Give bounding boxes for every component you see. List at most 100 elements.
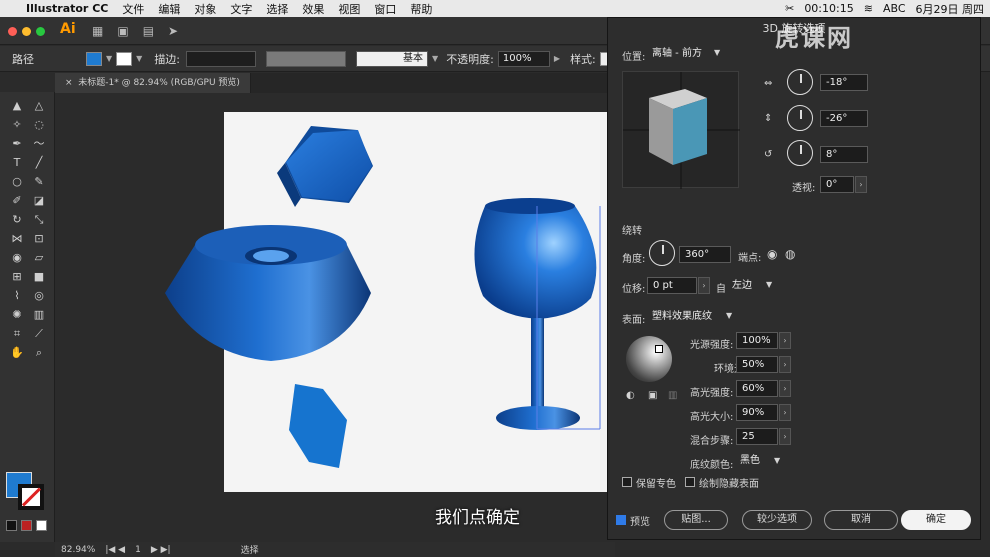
chevron-down-icon[interactable]: ▼ <box>726 311 732 320</box>
close-icon[interactable]: × <box>65 78 78 88</box>
chevron-down-icon[interactable]: ▼ <box>714 48 720 57</box>
cancel-button[interactable]: 取消 <box>824 510 898 530</box>
lighting-sphere[interactable] <box>626 336 672 382</box>
delete-light-icon[interactable]: ▥ <box>668 390 677 401</box>
menu-file[interactable]: 文件 <box>122 1 144 17</box>
type-tool-icon[interactable]: T <box>6 153 28 172</box>
slice-tool-icon[interactable]: ⟋ <box>28 324 50 343</box>
ellipse-tool-icon[interactable]: ○ <box>6 172 28 191</box>
surface-select[interactable]: 塑料效果底纹 <box>652 308 732 325</box>
chevron-right-icon[interactable]: ▶ <box>554 54 560 63</box>
z-rotation-field[interactable]: 8° <box>820 146 868 163</box>
eraser-tool-icon[interactable]: ◪ <box>28 191 50 210</box>
chevron-down-icon[interactable]: ▼ <box>136 54 142 63</box>
stock-icon[interactable]: ▣ <box>117 24 128 38</box>
shade-color-select[interactable]: 黑色 <box>740 452 770 469</box>
y-rotation-dial[interactable] <box>787 105 813 131</box>
menu-object[interactable]: 对象 <box>194 1 216 17</box>
artboard-tool-icon[interactable]: ⌗ <box>6 324 28 343</box>
cap-on-icon[interactable]: ◉ <box>767 247 777 261</box>
z-rotation-dial[interactable] <box>787 140 813 166</box>
variable-width-profile[interactable] <box>266 50 347 67</box>
blend-steps-arrow-button[interactable]: › <box>779 428 791 445</box>
new-light-icon[interactable]: ▣ <box>648 390 657 401</box>
ambient-arrow-button[interactable]: › <box>779 356 791 373</box>
blend-steps-field[interactable]: 25 <box>736 428 778 445</box>
perspective-field[interactable]: 0° <box>820 176 854 193</box>
light-source-handle[interactable] <box>655 345 663 353</box>
x-rotation-field[interactable]: -18° <box>820 74 868 91</box>
artboard-number[interactable]: 1 <box>135 545 141 555</box>
none-mode-button[interactable] <box>36 520 47 531</box>
mesh-tool-icon[interactable]: ⊞ <box>6 267 28 286</box>
send-icon[interactable]: ➤ <box>168 24 178 38</box>
menu-help[interactable]: 帮助 <box>410 1 432 17</box>
ok-button[interactable]: 确定 <box>901 510 971 530</box>
scissors-icon[interactable]: ✂ <box>785 2 794 15</box>
artboard-nav-last[interactable]: ▶ ▶| <box>151 545 171 555</box>
bridge-icon[interactable]: ▦ <box>92 24 103 38</box>
chevron-down-icon[interactable]: ▼ <box>774 456 780 465</box>
highlight-size-arrow-button[interactable]: › <box>779 404 791 421</box>
chevron-down-icon[interactable]: ▼ <box>766 280 772 289</box>
light-intensity-field[interactable]: 100% <box>736 332 778 349</box>
cap-off-icon[interactable]: ◍ <box>785 247 795 261</box>
offset-arrow-button[interactable]: › <box>698 277 710 294</box>
preserve-spot-checkbox[interactable] <box>622 477 632 487</box>
light-intensity-arrow-button[interactable]: › <box>779 332 791 349</box>
map-art-button[interactable]: 贴图... <box>664 510 728 530</box>
flat-hexagon-shape[interactable] <box>289 384 347 468</box>
blend-tool-icon[interactable]: ◎ <box>28 286 50 305</box>
zoom-tool-icon[interactable]: ⌕ <box>28 343 50 362</box>
stroke-weight-field[interactable] <box>186 50 257 67</box>
layout-icon[interactable]: ▤ <box>143 24 154 38</box>
revolved-ring-shape[interactable] <box>165 225 371 361</box>
menu-effect[interactable]: 效果 <box>302 1 324 17</box>
line-tool-icon[interactable]: ╱ <box>28 153 50 172</box>
menu-select[interactable]: 选择 <box>266 1 288 17</box>
eyedropper-tool-icon[interactable]: ⌇ <box>6 286 28 305</box>
opacity-field[interactable]: 100% <box>497 50 550 67</box>
magic-wand-tool-icon[interactable]: ✧ <box>6 115 28 134</box>
symbol-sprayer-tool-icon[interactable]: ✺ <box>6 305 28 324</box>
highlight-size-field[interactable]: 90% <box>736 404 778 421</box>
column-graph-tool-icon[interactable]: ▥ <box>28 305 50 324</box>
chevron-down-icon[interactable]: ▼ <box>432 54 438 63</box>
shape-builder-tool-icon[interactable]: ◉ <box>6 248 28 267</box>
app-menu[interactable]: Illustrator CC <box>26 2 108 15</box>
highlight-intensity-arrow-button[interactable]: › <box>779 380 791 397</box>
zoom-window-button[interactable] <box>36 27 45 36</box>
menu-edit[interactable]: 编辑 <box>158 1 180 17</box>
wine-glass-shape[interactable] <box>474 198 597 430</box>
menu-window[interactable]: 窗口 <box>374 1 396 17</box>
rotate-tool-icon[interactable]: ↻ <box>6 210 28 229</box>
move-light-back-icon[interactable]: ◐ <box>626 390 635 401</box>
lasso-tool-icon[interactable]: ◌ <box>28 115 50 134</box>
input-method[interactable]: ABC <box>883 2 906 15</box>
hexagon-prism-shape[interactable] <box>277 126 373 207</box>
minimize-window-button[interactable] <box>22 27 31 36</box>
zoom-level[interactable]: 82.94% <box>61 545 95 555</box>
x-rotation-dial[interactable] <box>787 69 813 95</box>
selection-tool-icon[interactable]: ▲ <box>6 96 28 115</box>
stroke-swatch[interactable] <box>116 51 133 66</box>
gradient-mode-button[interactable] <box>21 520 32 531</box>
revolve-angle-dial[interactable] <box>649 240 675 266</box>
close-window-button[interactable] <box>8 27 17 36</box>
width-tool-icon[interactable]: ⋈ <box>6 229 28 248</box>
wifi-icon[interactable]: ≋ <box>864 2 873 15</box>
highlight-intensity-field[interactable]: 60% <box>736 380 778 397</box>
hand-tool-icon[interactable]: ✋ <box>6 343 28 362</box>
document-tab[interactable]: × 未标题-1* @ 82.94% (RGB/GPU 预览) <box>55 73 251 93</box>
color-mode-button[interactable] <box>6 520 17 531</box>
revolve-angle-field[interactable]: 360° <box>679 246 731 263</box>
paintbrush-tool-icon[interactable]: ✎ <box>28 172 50 191</box>
free-transform-tool-icon[interactable]: ⊡ <box>28 229 50 248</box>
chevron-down-icon[interactable]: ▼ <box>106 54 112 63</box>
preview-checkbox[interactable] <box>616 515 626 525</box>
ambient-field[interactable]: 50% <box>736 356 778 373</box>
menu-view[interactable]: 视图 <box>338 1 360 17</box>
fill-swatch[interactable] <box>86 51 102 66</box>
from-select[interactable]: 左边 <box>732 277 762 294</box>
draw-hidden-faces-checkbox[interactable] <box>685 477 695 487</box>
